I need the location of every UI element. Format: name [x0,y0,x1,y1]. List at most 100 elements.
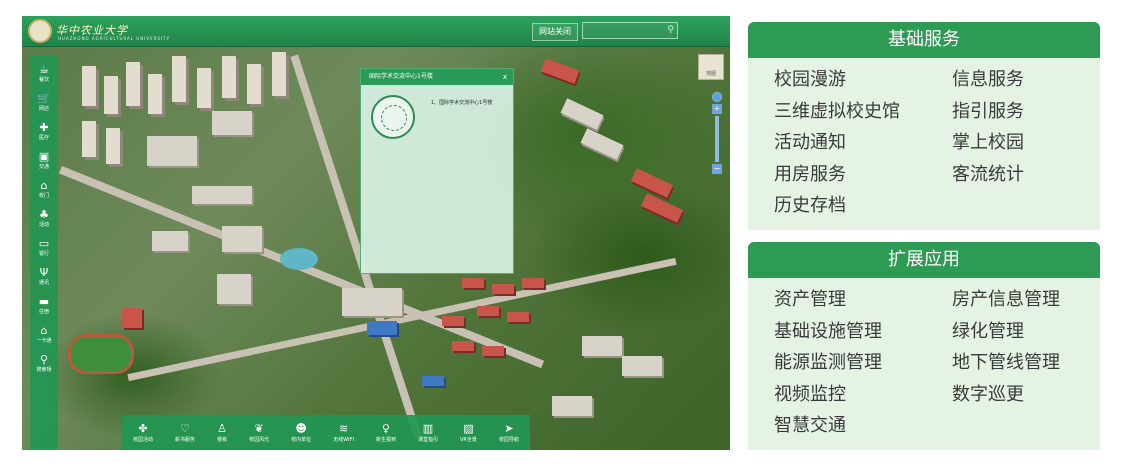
search-icon[interactable]: ⚲ [667,25,674,35]
map-building [477,306,499,316]
side-tool-shop[interactable]: 🛒 网店 [30,88,58,117]
app-item-video-surveillance[interactable]: 视频监控 [774,379,952,411]
app-item-underground-pipes[interactable]: 地下管线管理 [952,347,1092,379]
side-tool-dining[interactable]: ☕ 餐饮 [30,59,58,88]
service-item-activity-notice[interactable]: 活动通知 [774,127,952,159]
map-building [82,66,96,106]
compass-icon[interactable] [712,92,722,102]
map-building [172,56,186,102]
map-building [522,278,544,288]
app-item-digital-patrol[interactable]: 数字巡更 [952,379,1092,411]
popup-close-button[interactable]: x [503,69,507,85]
map-building [197,68,211,108]
building-info-popup[interactable]: 国际学术交流中心1号楼 x 1、国际学术交流中心1号楼 [360,68,514,274]
map-building [106,128,120,164]
extended-apps-panel: 资产管理 房产信息管理 基础设施管理 绿化管理 能源监测管理 地下管线管理 视频… [748,278,1100,450]
figure-icon: ♙ [217,421,227,435]
map-building [148,74,162,114]
map-building [630,168,674,198]
bottom-tool-activity[interactable]: ✤ 校园活动 [133,422,153,444]
service-item-campus-tour[interactable]: 校园漫游 [774,64,952,96]
extended-apps-title: 扩展应用 [748,242,1100,278]
map-thumbnail-button[interactable]: 地图 [698,54,724,80]
map-side-toolbar: ☕ 餐饮 🛒 网店 ✚ 医疗 ▣ 交通 ⌂ 校门 ♣ 活动 ▭ 银行 Ψ 通讯 ▬ 住宿 ⌂ 一卡通… [30,56,58,449]
side-tool-lodging[interactable]: ▬ 住宿 [30,291,58,320]
university-logo[interactable] [28,19,52,43]
map-building [582,336,622,356]
activity-icon: ♣ [39,207,49,221]
side-tool-campus-card[interactable]: ⌂ 一卡通 [30,320,58,349]
map-building [222,56,236,98]
map-bottom-toolbar: ✤ 校园活动 ♡ 新书服务 ♙ 楼栋 ❦ 校园风光 ☻ 校内单位 ≋ 无线WIFI ♀ 新生报… [122,415,530,450]
service-item-mobile-campus[interactable]: 掌上校园 [952,127,1092,159]
sports-field [68,334,134,374]
map-building [482,346,504,356]
popup-list-item[interactable]: 1、国际学术交流中心1号楼 [431,99,509,107]
map-building [247,64,261,104]
map-header: 华中农业大学 HUAZHONG AGRICULTURAL UNIVERSITY … [22,16,730,47]
service-item-room-service[interactable]: 用房服务 [774,159,952,191]
bottom-tool-scenery[interactable]: ❦ 校园风光 [249,422,269,444]
map-road [127,257,677,382]
side-tool-gate[interactable]: ⌂ 校门 [30,175,58,204]
zoom-in-button[interactable]: + [712,104,722,114]
app-item-infrastructure[interactable]: 基础设施管理 [774,316,952,348]
map-building [540,58,580,84]
service-item-history-archive[interactable]: 历史存档 [774,190,952,222]
app-item-property-info[interactable]: 房产信息管理 [952,284,1092,316]
map-building [462,278,484,288]
service-item-visitor-stats[interactable]: 客流统计 [952,159,1092,191]
bottom-tool-classroom[interactable]: ▥ 课堂指引 [418,422,438,444]
extended-apps-list: 资产管理 房产信息管理 基础设施管理 绿化管理 能源监测管理 地下管线管理 视频… [774,284,1094,442]
map-building [147,136,197,166]
service-item-3d-history-museum[interactable]: 三维虚拟校史馆 [774,96,952,128]
wifi-icon: ≋ [338,421,349,435]
app-item-greening[interactable]: 绿化管理 [952,316,1092,348]
side-tool-telecom[interactable]: Ψ 通讯 [30,262,58,291]
map-building [580,128,624,160]
map-building [622,356,662,376]
card-icon: ▭ [38,236,50,250]
basic-services-list: 校园漫游 信息服务 三维虚拟校史馆 指引服务 活动通知 掌上校园 用房服务 客流… [774,64,1094,222]
map-building [122,308,142,328]
map-building [560,98,604,130]
search-icon: ⚲ [39,352,49,366]
map-navigation-control[interactable]: + − [710,90,724,210]
basic-services-panel: 校园漫游 信息服务 三维虚拟校史馆 指引服务 活动通知 掌上校园 用房服务 客流… [748,58,1100,230]
app-item-energy-monitoring[interactable]: 能源监测管理 [774,347,952,379]
app-item-asset-management[interactable]: 资产管理 [774,284,952,316]
popup-title: 国际学术交流中心1号楼 [369,73,433,80]
map-building [82,121,96,157]
side-tool-traffic[interactable]: ▣ 交通 [30,146,58,175]
service-item-guide-service[interactable]: 指引服务 [952,96,1092,128]
bottom-tool-buildings[interactable]: ♙ 楼栋 [217,422,227,444]
bottom-tool-books[interactable]: ♡ 新书服务 [175,422,195,444]
bottom-tool-wifi[interactable]: ≋ 无线WIFI [333,422,354,444]
bottom-tool-navigation[interactable]: ➤ 校园导航 [499,422,519,444]
website-close-button[interactable]: 网站关闭 [532,23,578,41]
clover-icon: ✤ [138,421,148,435]
side-tool-search[interactable]: ⚲ 搜索场 [30,349,58,378]
bottom-tool-freshman[interactable]: ♀ 新生报到 [376,422,396,444]
zoom-slider[interactable] [715,116,719,162]
side-tool-medical[interactable]: ✚ 医疗 [30,117,58,146]
zoom-out-button[interactable]: − [712,164,722,174]
send-icon: ➤ [504,421,514,435]
campus-3d-map[interactable]: 华中农业大学 HUAZHONG AGRICULTURAL UNIVERSITY … [22,16,730,450]
side-tool-activity[interactable]: ♣ 活动 [30,204,58,233]
gate-icon: ⌂ [40,178,48,192]
map-building [492,284,514,294]
bottom-tool-vr[interactable]: ▨ VR全景 [460,422,477,444]
map-building [212,111,252,135]
map-building [222,226,262,252]
map-building [422,376,444,386]
side-tool-bank[interactable]: ▭ 银行 [30,233,58,262]
service-item-info-service[interactable]: 信息服务 [952,64,1092,96]
map-search-input[interactable]: ⚲ [582,22,678,39]
map-building [640,193,684,223]
map-building [152,231,188,251]
bottom-tool-units[interactable]: ☻ 校内单位 [291,422,311,444]
map-building [442,316,464,326]
runner-icon: ♀ [381,421,390,435]
app-item-smart-traffic[interactable]: 智慧交通 [774,410,952,442]
